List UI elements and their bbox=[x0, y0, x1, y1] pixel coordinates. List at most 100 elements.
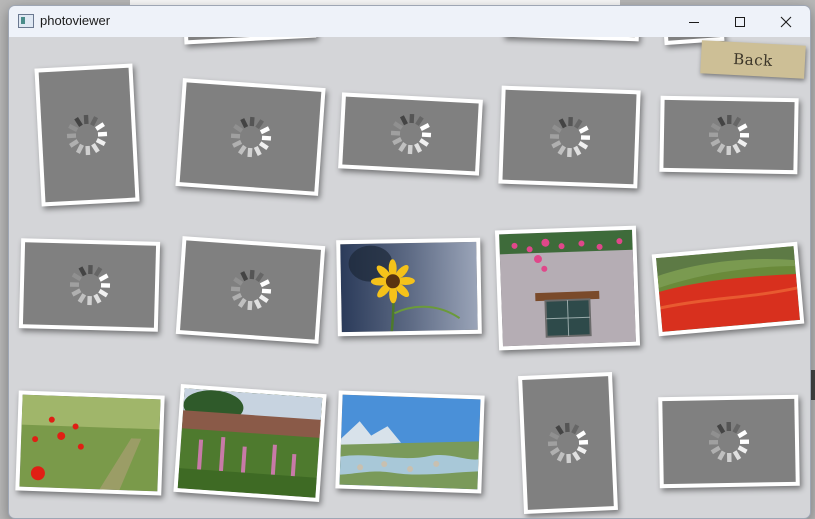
photo-card[interactable] bbox=[498, 85, 641, 189]
spinner-segment bbox=[98, 273, 109, 282]
spinner-segment bbox=[566, 147, 572, 158]
spinner-segment bbox=[737, 429, 748, 438]
spinner-segment bbox=[732, 449, 742, 460]
spinner-segment bbox=[93, 266, 102, 277]
photo-card[interactable] bbox=[518, 372, 618, 514]
spinner-segment bbox=[87, 264, 93, 275]
spinner-segment bbox=[258, 141, 269, 151]
spinner-segment bbox=[737, 123, 748, 132]
photo-placeholder bbox=[662, 398, 796, 485]
photo-grid: Back bbox=[9, 37, 810, 518]
loading-spinner-icon bbox=[708, 114, 750, 156]
spinner-segment bbox=[421, 132, 431, 138]
photo-card[interactable] bbox=[338, 92, 483, 176]
spinner-segment bbox=[566, 453, 572, 464]
spinner-segment bbox=[92, 293, 101, 304]
spinner-segment bbox=[726, 421, 732, 431]
photo-card[interactable] bbox=[175, 236, 326, 344]
photo-image bbox=[339, 394, 481, 490]
spinner-segment bbox=[708, 132, 719, 138]
loading-spinner-icon bbox=[66, 114, 108, 156]
spinner-segment bbox=[85, 145, 91, 156]
maximize-icon bbox=[735, 16, 745, 27]
spinner-segment bbox=[391, 137, 402, 146]
photo-card-red-poppies[interactable] bbox=[15, 390, 165, 496]
minimize-button[interactable] bbox=[671, 6, 717, 37]
spinner-segment bbox=[710, 445, 721, 454]
spinner-segment bbox=[717, 116, 726, 127]
spinner-segment bbox=[550, 140, 561, 149]
spinner-segment bbox=[556, 451, 565, 462]
spinner-segment bbox=[74, 117, 83, 127]
photo-card-partial[interactable] bbox=[183, 37, 317, 45]
red-poppies-image bbox=[19, 394, 161, 492]
spinner-segment bbox=[91, 143, 100, 153]
spinner-segment bbox=[726, 452, 732, 462]
photo-card-poppy-field[interactable] bbox=[651, 241, 805, 337]
spinner-segment bbox=[399, 115, 408, 126]
spinner-segment bbox=[737, 444, 748, 454]
photo-card[interactable] bbox=[659, 95, 799, 175]
spinner-segment bbox=[555, 424, 564, 435]
loading-spinner-icon bbox=[69, 264, 110, 306]
spinner-segment bbox=[249, 269, 255, 280]
loading-spinner-icon bbox=[230, 116, 271, 158]
photo-placeholder bbox=[502, 89, 637, 185]
spinner-segment bbox=[571, 424, 580, 435]
spinner-segment bbox=[708, 439, 719, 445]
spinner-segment bbox=[75, 143, 84, 154]
photo-card-sunflower[interactable] bbox=[336, 237, 482, 337]
spinner-segment bbox=[97, 131, 108, 137]
spinner-segment bbox=[710, 122, 721, 132]
photo-placeholder bbox=[342, 96, 479, 172]
photo-image bbox=[499, 229, 636, 347]
spinner-segment bbox=[397, 142, 407, 152]
spinner-segment bbox=[71, 272, 82, 282]
spinner-segment bbox=[567, 116, 573, 127]
photo-image bbox=[19, 394, 161, 492]
photo-placeholder bbox=[180, 240, 321, 340]
loading-spinner-icon bbox=[390, 113, 431, 155]
spinner-segment bbox=[414, 116, 424, 126]
back-button[interactable]: Back bbox=[700, 40, 806, 79]
maximize-button[interactable] bbox=[717, 6, 763, 37]
spinner-segment bbox=[70, 288, 81, 297]
spinner-segment bbox=[549, 431, 560, 440]
spinner-segment bbox=[737, 138, 748, 148]
spinner-segment bbox=[259, 279, 270, 288]
close-icon bbox=[780, 16, 792, 27]
spinner-segment bbox=[732, 422, 741, 433]
spinner-segment bbox=[83, 114, 89, 125]
spinner-segment bbox=[732, 116, 742, 127]
photo-card[interactable] bbox=[34, 63, 140, 207]
spinner-segment bbox=[710, 429, 721, 439]
spinner-segment bbox=[732, 143, 741, 154]
spinner-segment bbox=[572, 451, 581, 462]
photo-card[interactable] bbox=[658, 394, 800, 489]
loading-spinner-icon bbox=[549, 116, 590, 158]
photoviewer-window: photoviewer Back bbox=[8, 5, 811, 519]
photo-card[interactable] bbox=[18, 238, 161, 332]
spinner-segment bbox=[97, 288, 108, 298]
close-button[interactable] bbox=[763, 6, 809, 37]
photo-card-mountain-stream[interactable] bbox=[335, 390, 485, 494]
photo-card-foxglove-garden[interactable] bbox=[173, 384, 327, 502]
spinner-segment bbox=[246, 147, 252, 158]
app-icon bbox=[18, 14, 34, 28]
loading-spinner-icon bbox=[708, 421, 750, 462]
minimize-icon bbox=[689, 21, 699, 23]
spinner-segment bbox=[557, 145, 566, 156]
photo-card[interactable] bbox=[175, 78, 326, 196]
spinner-segment bbox=[237, 144, 247, 155]
spinner-segment bbox=[549, 447, 560, 456]
spinner-segment bbox=[239, 271, 248, 282]
poppy-field-image bbox=[656, 246, 800, 332]
spinner-segment bbox=[418, 138, 429, 147]
photo-card-partial[interactable] bbox=[502, 37, 640, 42]
spinner-segment bbox=[576, 430, 587, 439]
spinner-segment bbox=[549, 134, 559, 139]
spinner-segment bbox=[95, 122, 105, 131]
spinner-segment bbox=[253, 298, 262, 309]
spinner-segment bbox=[237, 297, 247, 308]
photo-card-window-flowers[interactable] bbox=[494, 225, 641, 351]
